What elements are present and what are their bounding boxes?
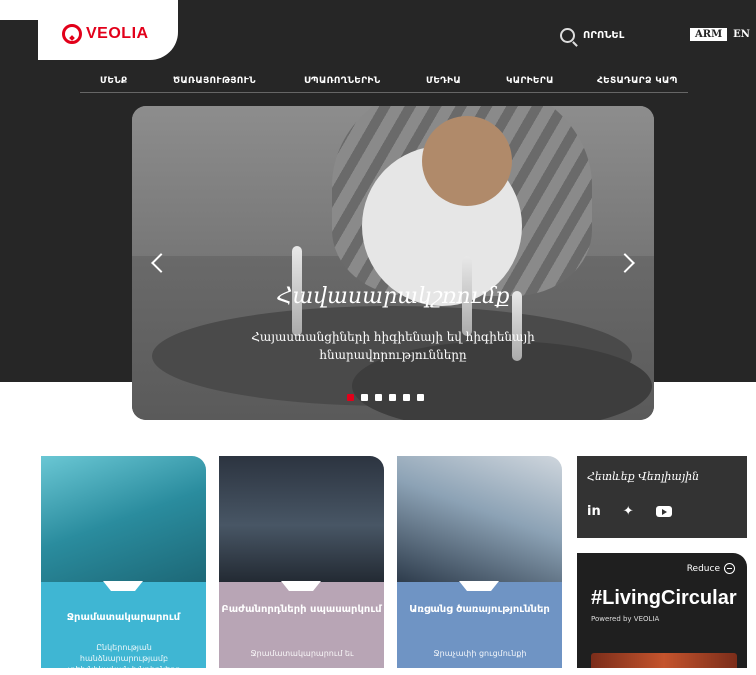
card-desc: Ջրաչափի ցուցմունքի bbox=[433, 649, 527, 658]
language-switcher: ARM EN bbox=[690, 28, 752, 41]
card-title: Առցանց ծառայություններ bbox=[409, 604, 550, 615]
card-customer-service[interactable]: Բաժանորդների սպասարկում Ջրամատակարարում … bbox=[219, 456, 384, 668]
main-navigation: ՄԵՆՔ ԾԱՌԱՅՈՒԹՅՈՒՆ ՍՊԱՌՈՂՆԵՐԻՆ ՄԵԴԻԱ ԿԱՐԻ… bbox=[80, 70, 688, 93]
slider-dot[interactable] bbox=[375, 394, 382, 401]
reduce-button[interactable]: Reduce bbox=[687, 563, 735, 574]
twitter-icon[interactable]: ✦ bbox=[623, 504, 634, 519]
card-desc: Ջրամատակարարում եւ bbox=[250, 649, 354, 658]
card-body: Բաժանորդների սպասարկում Ջրամատակարարում … bbox=[219, 581, 384, 668]
slider-dot[interactable] bbox=[361, 394, 368, 401]
hero-slider: Հավասարակշռումք Հայաստանցիների հիգիենայի… bbox=[132, 106, 654, 420]
nav-item-career[interactable]: ԿԱՐԻԵՐԱ bbox=[506, 76, 554, 86]
minus-circle-icon bbox=[724, 563, 735, 574]
card-title: Բաժանորդների սպասարկում bbox=[221, 604, 382, 615]
slider-dot[interactable] bbox=[417, 394, 424, 401]
card-body: Ջրամատակարարում Ընկերության հանձնարարութ… bbox=[41, 581, 206, 674]
lang-en[interactable]: EN bbox=[731, 28, 752, 41]
social-widget: Հետևեք Վեոլիային in ✦ bbox=[577, 456, 747, 538]
slider-dot[interactable] bbox=[389, 394, 396, 401]
card-title: Ջրամատակարարում bbox=[66, 612, 181, 623]
slider-dot[interactable] bbox=[403, 394, 410, 401]
card-online-services[interactable]: Առցանց ծառայություններ Ջրաչափի ցուցմունք… bbox=[397, 456, 562, 668]
card-image bbox=[219, 456, 384, 582]
hashtag-title: #LivingCircular bbox=[591, 587, 737, 609]
card-water-supply[interactable]: Ջրամատակարարում Ընկերության հանձնարարութ… bbox=[41, 456, 206, 674]
card-body: Առցանց ծառայություններ Ջրաչափի ցուցմունք… bbox=[397, 581, 562, 668]
card-image bbox=[41, 456, 206, 582]
veolia-logo-icon bbox=[62, 24, 82, 44]
hero-image bbox=[132, 106, 654, 420]
veolia-logo[interactable]: VEOLIA bbox=[62, 24, 149, 44]
card-desc: Ընկերության հանձնարարությամբ տեխնիկական … bbox=[67, 643, 181, 674]
hero-subtitle: Հայաստանցիների հիգիենայի եվ հիգիենայի հն… bbox=[251, 330, 535, 362]
slider-dot[interactable] bbox=[347, 394, 354, 401]
nav-item-services[interactable]: ԾԱՌԱՅՈՒԹՅՈՒՆ bbox=[173, 76, 256, 86]
nav-item-about[interactable]: ՄԵՆՔ bbox=[100, 76, 128, 86]
search-button[interactable]: ՈՐՈՆԵԼ bbox=[560, 28, 624, 43]
linkedin-icon[interactable]: in bbox=[587, 504, 601, 519]
lang-arm[interactable]: ARM bbox=[690, 28, 728, 41]
hero-title: Հավասարակշռումք bbox=[276, 284, 510, 309]
living-circular-widget: Reduce #LivingCircular Powered by VEOLIA bbox=[577, 553, 747, 668]
reduce-label: Reduce bbox=[686, 563, 720, 574]
card-image bbox=[397, 456, 562, 582]
social-title: Հետևեք Վեոլիային bbox=[587, 470, 700, 483]
slider-dots bbox=[347, 394, 424, 401]
search-icon bbox=[560, 28, 575, 43]
powered-by: Powered by VEOLIA bbox=[591, 615, 660, 623]
nav-item-customers[interactable]: ՍՊԱՌՈՂՆԵՐԻՆ bbox=[304, 76, 380, 86]
nav-item-media[interactable]: ՄԵԴԻԱ bbox=[426, 76, 461, 86]
nav-item-contact[interactable]: ՀԵՏԱԴԱՐՁ ԿԱՊ bbox=[597, 76, 678, 86]
logo-text: VEOLIA bbox=[86, 25, 149, 42]
youtube-icon[interactable] bbox=[655, 506, 672, 517]
search-label: ՈՐՈՆԵԼ bbox=[583, 30, 625, 41]
living-circular-image[interactable] bbox=[591, 653, 737, 668]
